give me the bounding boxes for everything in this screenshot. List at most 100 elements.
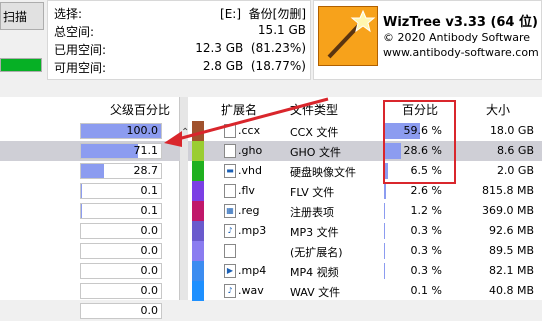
- percent-value: 0.1 %: [411, 283, 442, 299]
- info-label: 总空间:: [54, 23, 94, 40]
- extension-cell: .reg: [238, 204, 260, 217]
- file-type-row[interactable]: ♪.mp3 MP3 文件 0.3 % 92.6 MB: [188, 221, 542, 241]
- drive-info-panel: 选择: [E:] 备份[勿删] 总空间: 15.1 GB 已用空间: 12.3 …: [47, 0, 311, 80]
- file-type-row[interactable]: ▬.vhd硬盘映像文件6.5 %2.0 GB: [188, 161, 542, 181]
- parent-percent-value: 0.0: [141, 244, 159, 258]
- parent-percent-row[interactable]: 0.0: [0, 261, 180, 281]
- percent-cell: 0.3 %: [384, 243, 444, 259]
- parent-percent-row[interactable]: 0.0: [0, 301, 180, 321]
- extension-cell: .mp3: [238, 224, 266, 237]
- size-cell: 18.0 GB: [490, 124, 534, 137]
- info-row-used: 已用空间: 12.3 GB (81.23%): [54, 41, 306, 59]
- file-type-row[interactable]: ▶.mp4 MP4 视频 0.3 % 82.1 MB: [188, 261, 542, 281]
- file-type-cell: (无扩展名): [290, 244, 343, 260]
- parent-percent-fill: [81, 144, 138, 158]
- file-type-cell: 硬盘映像文件: [290, 164, 356, 180]
- file-icon: [224, 184, 236, 198]
- parent-percent-bar: 0.0: [80, 223, 162, 239]
- color-swatch: [192, 181, 204, 201]
- file-icon: ♪: [224, 284, 236, 298]
- color-swatch: [192, 161, 204, 181]
- percent-fill: [384, 203, 385, 219]
- app-title: WizTree v3.33 (64 位): [383, 11, 538, 30]
- file-icon: ▦: [224, 204, 236, 218]
- scan-button[interactable]: 扫描: [0, 2, 44, 30]
- extension-cell: .flv: [238, 184, 255, 197]
- scan-progress-bar: [0, 58, 42, 72]
- parent-percent-fill: [81, 164, 104, 178]
- percent-cell: 2.6 %: [384, 183, 444, 199]
- info-row-selection: 选择: [E:] 备份[勿删]: [54, 5, 306, 23]
- column-header-size[interactable]: 大小: [486, 101, 510, 121]
- parent-percent-value: 28.7: [134, 164, 159, 178]
- extension-cell: .wav: [238, 284, 264, 297]
- size-cell: 8.6 GB: [497, 144, 534, 157]
- parent-percent-value: 0.1: [141, 204, 159, 218]
- parent-percent-bar: 0.0: [80, 283, 162, 299]
- size-cell: 82.1 MB: [489, 264, 534, 277]
- size-cell: 40.8 MB: [489, 284, 534, 297]
- file-type-row[interactable]: (无扩展名) 0.3 % 89.5 MB: [188, 241, 542, 261]
- parent-percent-row[interactable]: 0.0: [0, 281, 180, 301]
- percent-fill: [384, 183, 386, 199]
- scan-button-label: 扫描: [3, 8, 27, 25]
- info-value: 15.1 GB: [258, 23, 306, 37]
- file-type-cell: FLV 文件: [290, 184, 334, 200]
- size-cell: 815.8 MB: [482, 184, 534, 197]
- size-cell: 92.6 MB: [489, 224, 534, 237]
- file-type-row[interactable]: ♪.wav WAV 文件 0.1 % 40.8 MB: [188, 281, 542, 301]
- parent-percent-value: 0.0: [141, 224, 159, 238]
- parent-percent-bar: 0.0: [80, 243, 162, 259]
- file-type-cell: 注册表项: [290, 204, 334, 220]
- color-swatch: [192, 241, 204, 261]
- color-swatch: [192, 221, 204, 241]
- percent-value: 0.3 %: [411, 243, 442, 259]
- file-icon: ▶: [224, 264, 236, 278]
- parent-percent-value: 0.1: [141, 184, 159, 198]
- info-value: [E:] 备份[勿删]: [220, 5, 306, 22]
- percent-cell: 0.3 %: [384, 263, 444, 279]
- parent-percent-row[interactable]: 28.7: [0, 161, 180, 181]
- percent-cell: 1.2 %: [384, 203, 444, 219]
- info-value: 2.8 GB (18.77%): [203, 59, 306, 73]
- parent-percent-bar: 0.0: [80, 263, 162, 279]
- percent-cell: 0.3 %: [384, 223, 444, 239]
- wiztree-logo-icon: [318, 6, 378, 66]
- file-icon: [224, 244, 236, 258]
- annotation-arrow: [150, 95, 350, 155]
- file-type-cell: MP4 视频: [290, 264, 339, 280]
- parent-percent-row[interactable]: 0.1: [0, 181, 180, 201]
- extension-cell: .mp4: [238, 264, 266, 277]
- parent-percent-bar: 28.7: [80, 163, 162, 179]
- copyright-text: © 2020 Antibody Software: [383, 31, 530, 44]
- info-label: 可用空间:: [54, 59, 106, 76]
- info-label: 选择:: [54, 5, 82, 22]
- parent-percent-bar: 0.0: [80, 303, 162, 319]
- file-icon: ▬: [224, 164, 236, 178]
- percent-value: 2.6 %: [411, 183, 442, 199]
- parent-percent-value: 0.0: [141, 284, 159, 298]
- file-icon: ♪: [224, 224, 236, 238]
- highlight-box: [383, 100, 456, 184]
- parent-percent-row[interactable]: 0.1: [0, 201, 180, 221]
- size-cell: 89.5 MB: [489, 244, 534, 257]
- file-type-cell: MP3 文件: [290, 224, 339, 240]
- file-type-cell: WAV 文件: [290, 284, 340, 300]
- size-cell: 369.0 MB: [482, 204, 534, 217]
- website-link[interactable]: www.antibody-software.com: [383, 46, 539, 59]
- extension-cell: .vhd: [238, 164, 262, 177]
- percent-cell: 0.1 %: [384, 283, 444, 299]
- file-type-row[interactable]: .flv FLV 文件 2.6 % 815.8 MB: [188, 181, 542, 201]
- percent-value: 0.3 %: [411, 223, 442, 239]
- parent-percent-bar: 0.1: [80, 203, 162, 219]
- parent-percent-bar: 0.1: [80, 183, 162, 199]
- info-value: 12.3 GB (81.23%): [195, 41, 306, 55]
- file-type-row[interactable]: ▦.reg 注册表项 1.2 % 369.0 MB: [188, 201, 542, 221]
- about-panel: WizTree v3.33 (64 位) © 2020 Antibody Sof…: [313, 0, 542, 80]
- parent-percent-row[interactable]: 0.0: [0, 241, 180, 261]
- top-panel: 扫描 选择: [E:] 备份[勿删] 总空间: 15.1 GB 已用空间: 12…: [0, 0, 542, 97]
- parent-percent-row[interactable]: 0.0: [0, 221, 180, 241]
- color-swatch: [192, 201, 204, 221]
- info-row-free: 可用空间: 2.8 GB (18.77%): [54, 59, 306, 77]
- size-cell: 2.0 GB: [497, 164, 534, 177]
